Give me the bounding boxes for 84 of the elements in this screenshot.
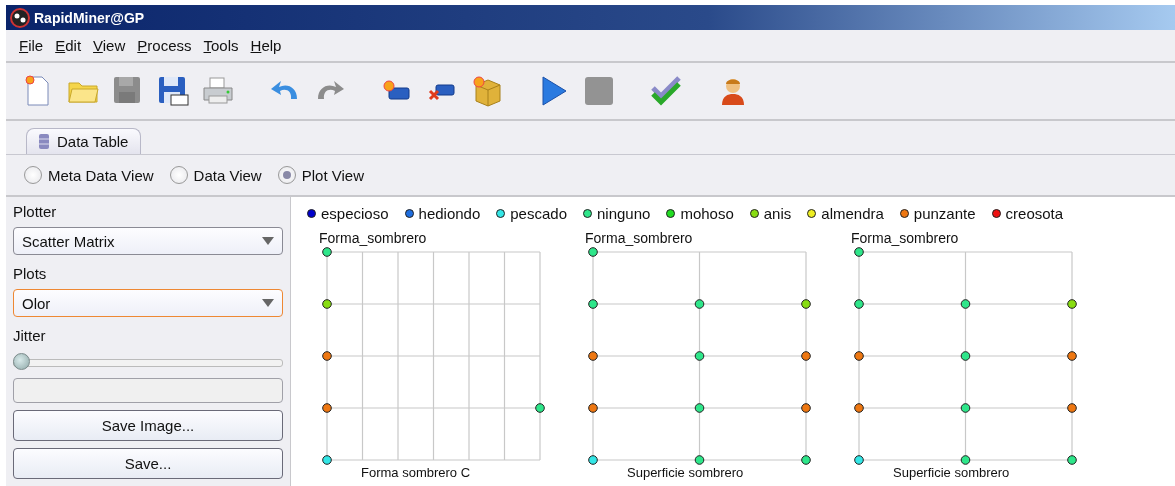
data-point — [854, 403, 864, 413]
data-point — [1067, 403, 1077, 413]
menu-item[interactable]: Tools — [202, 35, 240, 56]
field-label: Plotter — [13, 202, 58, 223]
data-point — [694, 299, 705, 309]
data-point — [588, 351, 598, 361]
data-point — [960, 299, 971, 309]
data-point — [694, 403, 705, 413]
data-point — [588, 247, 598, 257]
legend-label: ninguno — [597, 204, 651, 222]
data-point — [1067, 455, 1077, 465]
data-point — [854, 455, 864, 465]
jitter-slider[interactable] — [13, 352, 283, 370]
data-point — [801, 299, 811, 309]
checkmark-icon — [650, 76, 682, 106]
radio-button[interactable] — [169, 166, 188, 184]
text-field[interactable] — [13, 377, 283, 403]
data-point — [694, 351, 705, 361]
field-label: Jitter — [13, 326, 47, 347]
plotter-dropdown[interactable]: Scatter Matrix — [13, 227, 283, 256]
new-operator-icon — [383, 79, 411, 103]
plot-title: Forma_sombrero — [319, 230, 428, 247]
plots-dropdown[interactable]: Olor — [13, 289, 283, 318]
legend-label: hediondo — [418, 204, 481, 222]
database-icon — [39, 134, 49, 149]
radio-label: Plot View — [301, 166, 364, 184]
data-point — [801, 351, 811, 361]
save-as-icon — [157, 75, 189, 107]
axis-label: Forma sombrero C — [361, 466, 471, 480]
caret-icon — [262, 299, 274, 308]
axis-label: Superficie sombrero — [893, 466, 1010, 480]
data-point — [960, 403, 971, 413]
axis-label: Superficie sombrero — [627, 466, 744, 480]
window-title: RapidMiner@GP — [34, 9, 145, 26]
caret-icon — [262, 237, 274, 246]
legend-label: anis — [763, 204, 792, 222]
data-point — [854, 299, 864, 309]
data-point — [322, 403, 332, 413]
data-point — [322, 455, 332, 465]
radio-button[interactable] — [277, 166, 296, 184]
menu-item[interactable]: View — [92, 35, 127, 56]
radio-label: Meta Data View — [48, 166, 154, 184]
data-point — [1067, 351, 1077, 361]
new-file-icon — [25, 75, 51, 107]
data-point — [960, 455, 971, 465]
plot-title: Forma_sombrero — [851, 230, 960, 247]
save-button[interactable]: Save... — [13, 448, 283, 479]
slider-thumb[interactable] — [13, 352, 30, 370]
data-point — [801, 455, 811, 465]
data-point — [801, 403, 811, 413]
data-point — [854, 351, 864, 361]
menu-item[interactable]: Help — [249, 35, 283, 56]
data-point — [1067, 299, 1077, 309]
data-point — [535, 403, 545, 413]
data-point — [322, 247, 332, 257]
data-point — [960, 351, 971, 361]
data-point — [588, 299, 598, 309]
menu-item[interactable]: Process — [136, 35, 193, 56]
data-point — [854, 247, 864, 257]
menu-item[interactable]: Edit — [54, 35, 83, 56]
data-point — [322, 351, 332, 361]
legend-label: mohoso — [680, 204, 734, 222]
app-logo-icon — [10, 7, 30, 28]
package-icon — [472, 75, 502, 107]
field-label: Plots — [13, 264, 48, 285]
save-button[interactable]: Save Image... — [13, 410, 283, 441]
plot-title: Forma_sombrero — [585, 230, 694, 247]
data-point — [322, 299, 332, 309]
legend-label: punzante — [913, 204, 976, 222]
legend-label: almendra — [821, 204, 884, 222]
tab[interactable]: Data Table — [26, 128, 142, 154]
legend-label: pescado — [510, 204, 567, 222]
menu-item[interactable]: File — [18, 35, 45, 56]
printer-icon — [201, 76, 235, 106]
data-point — [588, 403, 598, 413]
radio-label: Data View — [193, 166, 262, 184]
radio-button[interactable] — [24, 166, 42, 184]
user-icon — [720, 76, 746, 106]
stop-icon — [584, 76, 614, 106]
data-point — [588, 455, 598, 465]
legend-label: especioso — [321, 204, 389, 222]
data-point — [694, 455, 705, 465]
legend-label: creosota — [1005, 204, 1064, 222]
play-icon — [540, 75, 568, 107]
